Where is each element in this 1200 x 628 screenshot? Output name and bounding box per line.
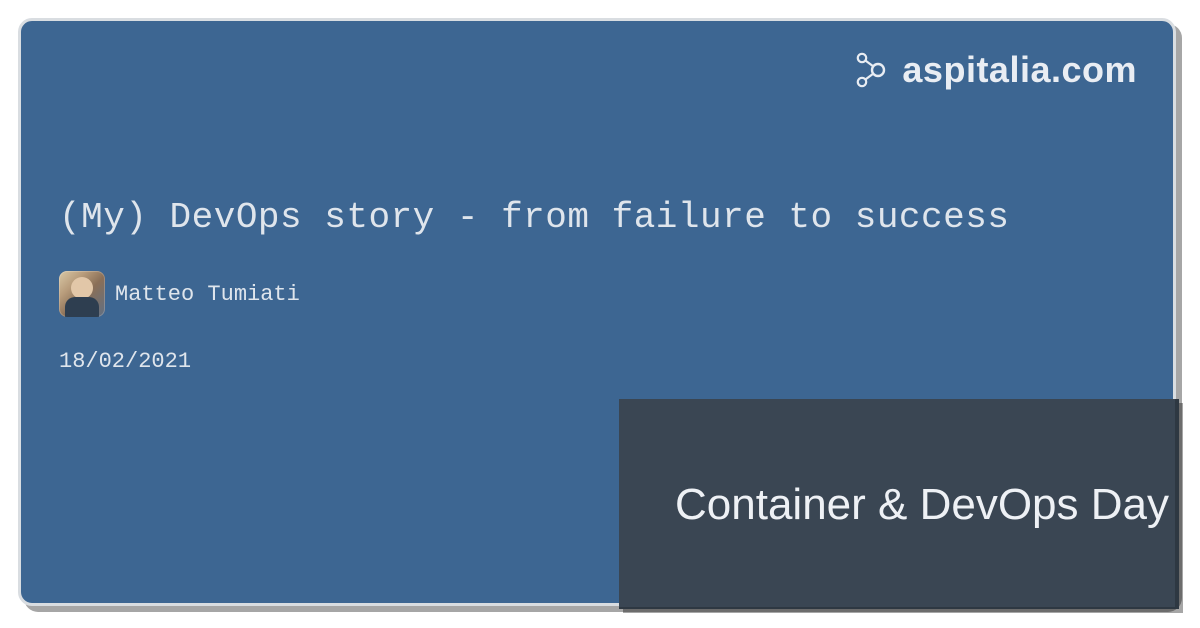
event-name: Container & DevOps Day — [675, 477, 1169, 532]
promo-card: aspitalia.com (My) DevOps story - from f… — [18, 18, 1176, 606]
author-name: Matteo Tumiati — [115, 282, 300, 307]
brand-name: aspitalia.com — [902, 49, 1137, 91]
author-block: Matteo Tumiati — [59, 271, 300, 317]
author-avatar — [59, 271, 105, 317]
event-panel: Container & DevOps Day — [619, 399, 1179, 609]
brand-logo: aspitalia.com — [852, 49, 1137, 91]
talk-date: 18/02/2021 — [59, 349, 191, 374]
talk-title: (My) DevOps story - from failure to succ… — [59, 197, 1135, 238]
brand-logo-icon — [852, 50, 892, 90]
